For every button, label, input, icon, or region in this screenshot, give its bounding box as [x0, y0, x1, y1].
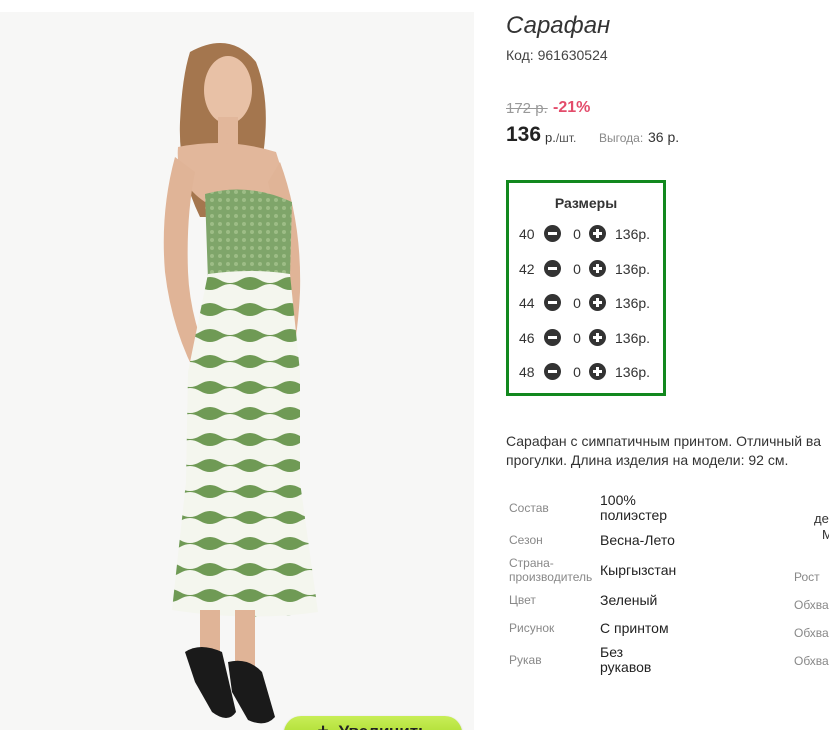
size-chart-header: де: [814, 511, 829, 526]
attribute-label: Рукав: [509, 653, 542, 667]
attribute-value: С принтом: [600, 620, 669, 636]
discount-badge: -21%: [553, 99, 591, 116]
attribute-label: Страна-производитель: [509, 556, 593, 584]
plus-icon: +: [317, 722, 328, 730]
size-row: 48 0 136р.: [519, 362, 659, 382]
attribute-label: Состав: [509, 501, 549, 515]
plus-circle-icon[interactable]: [589, 363, 606, 380]
plus-circle-icon[interactable]: [589, 260, 606, 277]
zoom-button[interactable]: + Увеличить: [284, 716, 462, 730]
plus-circle-icon[interactable]: [589, 225, 606, 242]
current-price: 136: [506, 123, 542, 146]
description-line: прогулки. Длина изделия на модели: 92 см…: [506, 452, 789, 468]
minus-circle-icon[interactable]: [544, 225, 561, 242]
size-row: 40 0 136р.: [519, 224, 659, 244]
size-chart-header: М: [822, 527, 829, 542]
size-value: 44: [519, 295, 535, 311]
size-chart-label: Обхва: [794, 654, 829, 668]
minus-circle-icon[interactable]: [544, 260, 561, 277]
old-price: 172 р.: [506, 100, 548, 117]
sizes-panel: Размеры 40 0 136р. 42 0 136р. 44 0 136р.…: [506, 180, 666, 396]
product-code: Код: 961630524: [506, 47, 608, 63]
attribute-label: Сезон: [509, 533, 543, 547]
size-quantity: 0: [573, 295, 581, 311]
size-quantity: 0: [573, 330, 581, 346]
attribute-value: Кыргызстан: [600, 562, 677, 578]
size-chart-label: Обхва: [794, 598, 829, 612]
minus-circle-icon[interactable]: [544, 363, 561, 380]
size-value: 48: [519, 364, 535, 380]
size-price: 136р.: [615, 261, 651, 277]
price-currency: р.: [545, 130, 556, 145]
size-value: 46: [519, 330, 535, 346]
product-description: Сарафан с симпатичным принтом. Отличный …: [506, 432, 829, 470]
size-price: 136р.: [615, 226, 651, 242]
size-value: 42: [519, 261, 535, 277]
size-price: 136р.: [615, 295, 651, 311]
size-price: 136р.: [615, 364, 651, 380]
size-price: 136р.: [615, 330, 651, 346]
minus-circle-icon[interactable]: [544, 294, 561, 311]
size-chart-label: Обхва: [794, 626, 829, 640]
size-value: 40: [519, 226, 535, 242]
size-row: 42 0 136р.: [519, 259, 659, 279]
description-line: Сарафан с симпатичным принтом. Отличный …: [506, 433, 821, 449]
size-row: 44 0 136р.: [519, 293, 659, 313]
minus-circle-icon[interactable]: [544, 329, 561, 346]
plus-circle-icon[interactable]: [589, 329, 606, 346]
profit-label: Выгода:: [599, 131, 644, 145]
plus-circle-icon[interactable]: [589, 294, 606, 311]
attribute-value: Зеленый: [600, 592, 658, 608]
profit-value: 36 р.: [648, 129, 680, 145]
size-chart-label: Рост: [794, 570, 820, 584]
size-quantity: 0: [573, 261, 581, 277]
zoom-button-label: Увеличить: [339, 722, 429, 730]
size-quantity: 0: [573, 226, 581, 242]
attribute-value: Весна-Лето: [600, 532, 675, 548]
product-photo-dress-icon: [163, 43, 318, 724]
size-row: 46 0 136р.: [519, 328, 659, 348]
product-photo[interactable]: + Увеличить: [0, 12, 474, 730]
price-per-unit: /шт.: [555, 131, 577, 145]
product-title: Сарафан: [506, 12, 611, 39]
attribute-label: Цвет: [509, 593, 536, 607]
attribute-value: 100% полиэстер: [600, 492, 668, 523]
sizes-title: Размеры: [554, 195, 618, 211]
price-unit: р./шт.: [545, 130, 576, 145]
attribute-value: Без рукавов: [600, 644, 652, 675]
attribute-label: Рисунок: [509, 621, 555, 635]
size-quantity: 0: [573, 364, 581, 380]
